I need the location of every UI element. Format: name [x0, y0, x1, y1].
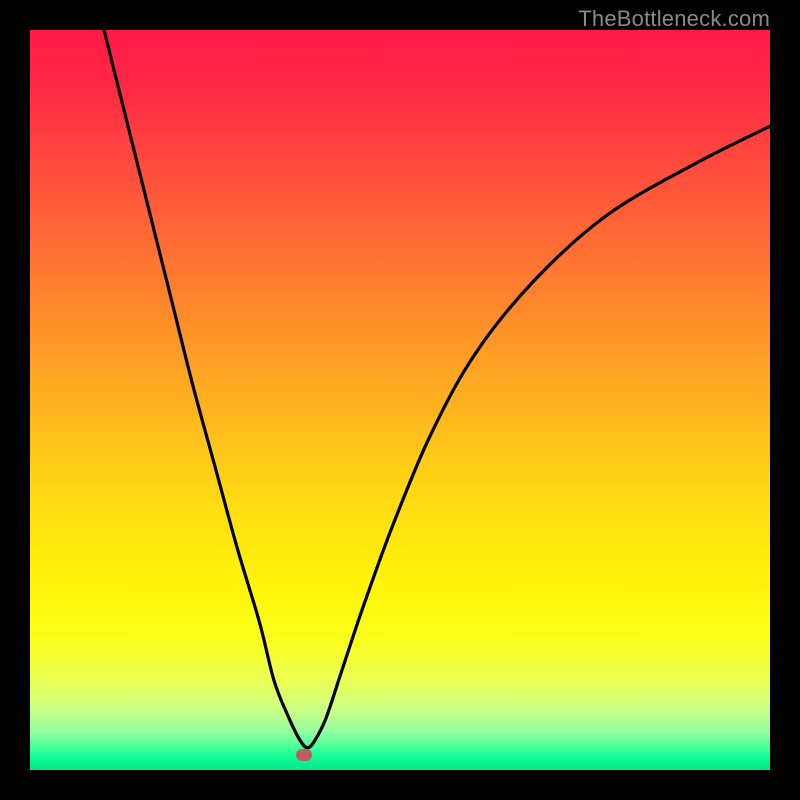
plot-area	[30, 30, 770, 770]
curve-svg	[30, 30, 770, 770]
optimal-point-marker	[296, 749, 312, 761]
chart-frame: TheBottleneck.com	[0, 0, 800, 800]
watermark-text: TheBottleneck.com	[578, 6, 770, 32]
bottleneck-curve	[104, 30, 770, 748]
